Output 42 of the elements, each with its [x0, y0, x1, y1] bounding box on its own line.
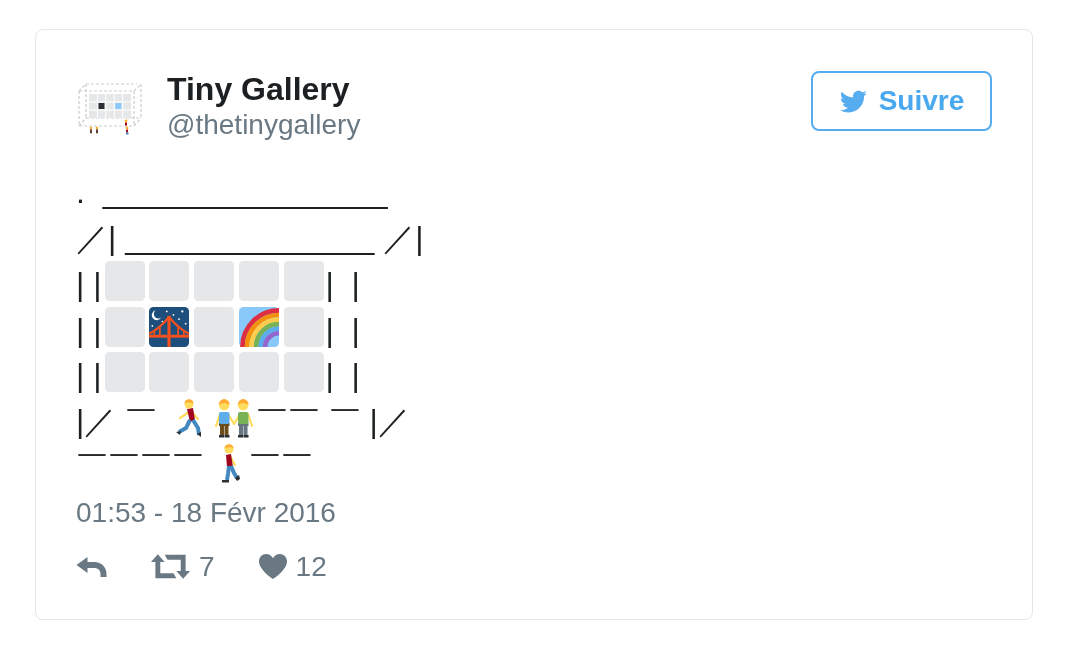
ascii-art-text: ／| ______________ ／| [76, 219, 424, 256]
walking-person-icon [220, 443, 241, 483]
blank-tile-icon [194, 261, 235, 301]
blank-tile-icon [104, 306, 145, 347]
blank-tile-icon [104, 352, 145, 392]
blank-tile-icon [149, 261, 190, 301]
ascii-art-text: | | [76, 356, 102, 393]
ascii-art-text: ￣￣￣￣ [76, 447, 204, 484]
retweet-icon [151, 554, 190, 579]
rainbow-icon [239, 306, 280, 347]
blank-tile-icon [239, 261, 280, 301]
blank-tile-icon [283, 306, 324, 347]
ascii-art-text: | | [325, 265, 360, 302]
ascii-art-text: ￣￣ ￣ |／ [255, 402, 410, 439]
follow-button[interactable]: Suivre [811, 71, 992, 131]
bridge-at-night-icon [149, 306, 190, 347]
blank-tile-icon [239, 352, 280, 392]
ascii-art-text: | | [325, 311, 360, 348]
gallery-avatar-icon[interactable] [77, 82, 143, 136]
heart-icon [258, 554, 287, 579]
ascii-art-text: | | [325, 356, 360, 393]
like-button[interactable]: 12 [258, 551, 327, 582]
ascii-art-text: | | [76, 311, 102, 348]
blank-tile-icon [283, 352, 324, 392]
two-people-holding-hands-icon [214, 397, 255, 438]
ascii-art-text: |／ ￣ [76, 402, 159, 439]
blank-tile-icon [104, 261, 145, 301]
author-name[interactable]: Tiny Gallery [167, 70, 350, 108]
blank-tile-icon [283, 261, 324, 301]
timestamp-link[interactable]: 01:53 - 18 Févr 2016 [76, 495, 336, 530]
ascii-art-text: ￣￣ [248, 447, 313, 484]
reply-arrow-icon [76, 556, 107, 577]
reply-button[interactable] [76, 556, 107, 577]
author-handle[interactable]: @thetinygallery [167, 108, 361, 142]
running-person-icon [176, 397, 203, 438]
blank-tile-icon [149, 352, 190, 392]
blank-tile-icon [194, 352, 235, 392]
bird-icon [838, 89, 867, 113]
blank-tile-icon [194, 306, 235, 347]
retweet-button[interactable]: 7 [151, 551, 215, 582]
ascii-art-text: | | [76, 265, 102, 302]
ascii-art-text: . ________________ [76, 174, 388, 210]
